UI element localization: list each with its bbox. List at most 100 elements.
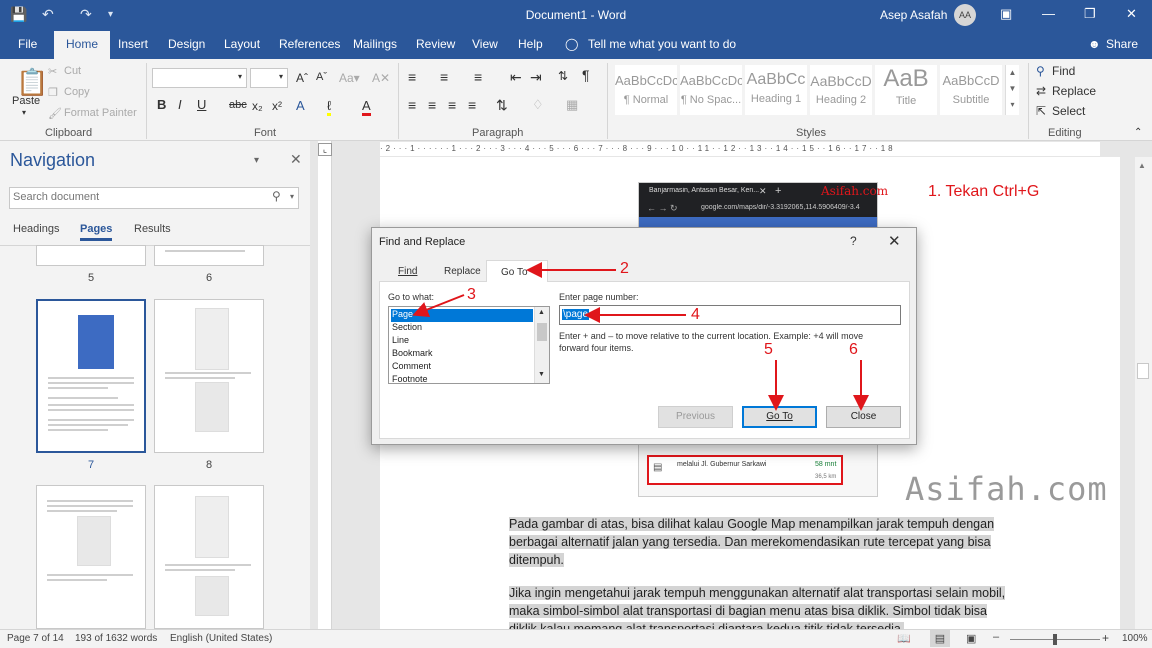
avatar[interactable]: AA [954,4,976,26]
tab-review[interactable]: Review [416,37,455,51]
tab-mailings[interactable]: Mailings [353,37,397,51]
close-button[interactable]: Close [826,406,901,428]
highlight-icon[interactable]: ℓ [327,98,332,116]
tab-help[interactable]: Help [518,37,543,51]
shading-icon[interactable]: ♢ [532,97,544,113]
minimize-icon[interactable]: — [1042,6,1055,21]
list-scrollbar[interactable]: ▲ ▼ [534,307,549,383]
bold-icon[interactable]: B [157,97,166,112]
bullets-icon[interactable]: ≡ [408,69,416,85]
tell-me-search[interactable]: Tell me what you want to do [588,37,736,51]
scroll-down-icon[interactable]: ▼ [538,371,545,378]
page-thumbnail-9[interactable] [36,485,146,629]
align-center-icon[interactable]: ≡ [428,97,436,113]
list-item[interactable]: Footnote [391,374,533,383]
tab-layout[interactable]: Layout [224,37,260,51]
numbering-icon[interactable]: ≡ [440,69,448,85]
tab-replace[interactable]: Replace [444,266,481,277]
search-icon[interactable]: ⚲ [272,189,281,203]
word-count[interactable]: 193 of 1632 words [75,633,157,644]
scroll-up-icon[interactable]: ▲ [1138,161,1146,170]
grow-font-icon[interactable]: Aˆ [296,71,308,85]
dialog-close-icon[interactable]: ✕ [888,232,901,250]
page-thumbnail-5[interactable] [36,245,146,266]
multilevel-list-icon[interactable]: ≡ [474,69,482,85]
document-paragraph[interactable]: Pada gambar di atas, bisa dilihat kalau … [509,515,1009,569]
zoom-out-icon[interactable]: – [993,631,999,643]
style-heading-2[interactable]: AaBbCcD Heading 2 [810,65,872,115]
scroll-thumb[interactable] [537,323,547,341]
tab-selector[interactable]: ⌞ [318,143,332,156]
align-left-icon[interactable]: ≡ [408,97,416,113]
zoom-slider-thumb[interactable] [1053,634,1057,645]
cut-button[interactable]: Cut [64,65,81,77]
italic-icon[interactable]: I [178,97,182,112]
page-thumbnail-8[interactable] [154,299,264,453]
search-input[interactable]: Search document [9,187,299,209]
page-thumbnail-6[interactable] [154,245,264,266]
page-thumbnail-7[interactable] [36,299,146,453]
tab-results[interactable]: Results [134,223,171,235]
scroll-up-icon[interactable]: ▲ [538,309,545,316]
show-formatting-icon[interactable]: ¶ [582,67,590,83]
maximize-icon[interactable]: ❐ [1084,6,1096,22]
tab-design[interactable]: Design [168,37,205,51]
web-layout-icon[interactable]: ▣ [966,632,976,645]
style-heading-1[interactable]: AaBbCc Heading 1 [745,65,807,115]
font-name-box[interactable]: ▾ [152,68,247,88]
paste-icon[interactable]: 📋 [16,67,48,98]
tab-view[interactable]: View [472,37,498,51]
search-dropdown-icon[interactable]: ▾ [290,192,294,201]
read-mode-icon[interactable]: 📖 [897,632,911,645]
tab-goto[interactable]: Go To [486,260,548,282]
page-thumbnail-10[interactable] [154,485,264,629]
shrink-font-icon[interactable]: Aˇ [316,71,327,83]
format-painter-button[interactable]: Format Painter [64,107,137,119]
page-number-input[interactable]: \page [559,305,901,325]
scroll-thumb[interactable] [1137,363,1149,379]
list-item[interactable]: Page [391,309,533,322]
sort-icon[interactable]: ⇅ [558,69,568,83]
close-pane-icon[interactable]: ✕ [290,151,302,168]
style-title[interactable]: AaB Title [875,65,937,115]
goto-button[interactable]: Go To [742,406,817,428]
underline-icon[interactable]: U [197,97,206,112]
list-item[interactable]: Line [391,335,533,348]
justify-icon[interactable]: ≡ [468,97,476,113]
tab-insert[interactable]: Insert [118,37,148,51]
share-button[interactable]: Share [1106,37,1138,51]
align-right-icon[interactable]: ≡ [448,97,456,113]
copy-button[interactable]: Copy [64,86,90,98]
tab-headings[interactable]: Headings [13,223,59,235]
collapse-ribbon-icon[interactable]: ⌃ [1134,127,1142,138]
borders-icon[interactable]: ▦ [566,97,578,113]
decrease-indent-icon[interactable]: ⇤ [510,69,522,86]
previous-button[interactable]: Previous [658,406,733,428]
font-color-icon[interactable]: A [362,98,371,116]
text-effects-icon[interactable]: A [296,98,305,113]
increase-indent-icon[interactable]: ⇥ [530,69,542,86]
list-item[interactable]: Section [391,322,533,335]
print-layout-icon[interactable]: ▤ [930,630,950,647]
user-name[interactable]: Asep Asafah [880,8,947,22]
language[interactable]: English (United States) [170,633,272,644]
ribbon-display-icon[interactable]: ▣ [1000,6,1012,22]
style-subtitle[interactable]: AaBbCcD Subtitle [940,65,1002,115]
tab-file[interactable]: File [18,37,37,51]
close-icon[interactable]: ✕ [1126,6,1137,22]
subscript-icon[interactable]: x₂ [252,99,263,113]
paste-dropdown-icon[interactable]: ▾ [22,108,26,117]
list-item[interactable]: Bookmark [391,348,533,361]
tab-find[interactable]: Find [398,266,417,277]
superscript-icon[interactable]: x² [272,99,282,113]
zoom-level[interactable]: 100% [1122,633,1148,644]
change-case-icon[interactable]: Aa▾ [339,71,360,85]
replace-button[interactable]: Replace [1052,84,1096,98]
select-button[interactable]: Select [1052,104,1085,118]
vertical-scrollbar[interactable]: ▲ [1135,157,1152,629]
style-no-spacing[interactable]: AaBbCcDc ¶ No Spac... [680,65,742,115]
line-spacing-icon[interactable]: ⇅ [496,97,508,114]
paste-button[interactable]: Paste [12,95,40,107]
zoom-in-icon[interactable]: + [1102,631,1109,645]
find-button[interactable]: Find [1052,64,1075,78]
